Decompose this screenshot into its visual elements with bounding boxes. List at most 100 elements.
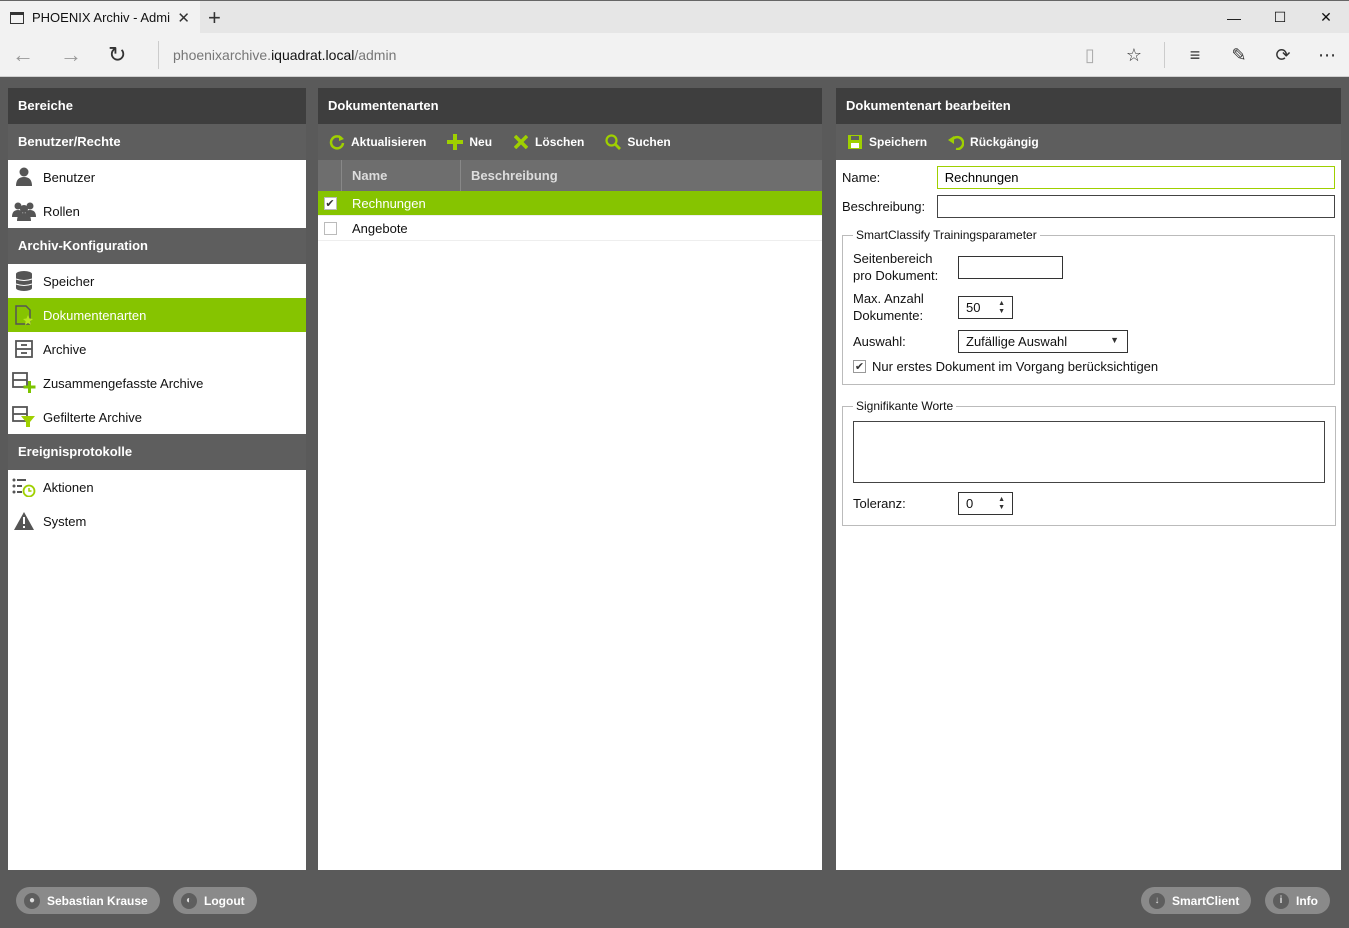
hub-icon[interactable]: ≡ (1173, 45, 1217, 66)
training-parameters-legend: SmartClassify Trainingsparameter (856, 228, 1037, 242)
column-header-description[interactable]: Beschreibung (461, 160, 558, 191)
archive-icon (12, 338, 36, 360)
tolerance-label: Toleranz: (853, 496, 906, 511)
filtered-archive-icon (12, 406, 36, 428)
section-event-logs[interactable]: Ereignisprotokolle (8, 434, 306, 470)
close-window-icon[interactable]: ✕ (1303, 1, 1349, 34)
table-row[interactable]: Angebote (318, 216, 822, 241)
stepper-arrows-icon[interactable]: ▲ ▼ (998, 496, 1005, 512)
edit-document-type-panel: Dokumentenart bearbeiten Speichern Rückg… (836, 88, 1341, 870)
address-bar: ← → ↻ phoenixarchive.iquadrat.local/admi… (0, 33, 1349, 77)
page-icon (10, 11, 24, 24)
areas-header: Bereiche (8, 88, 306, 124)
browser-tabbar: PHOENIX Archiv - Admi ✕ + — ☐ ✕ (0, 0, 1349, 34)
selection-dropdown[interactable]: Zufällige Auswahl ▼ (958, 330, 1128, 353)
name-label: Name: (842, 170, 881, 185)
minimize-icon[interactable]: — (1211, 1, 1257, 34)
database-icon (12, 270, 36, 292)
user-button[interactable]: ● Sebastian Krause (16, 887, 160, 914)
selection-label: Auswahl: (853, 334, 906, 349)
logout-button[interactable]: ◐ Logout (173, 887, 257, 914)
logout-icon: ◐ (181, 892, 197, 909)
section-users-rights[interactable]: Benutzer/Rechte (8, 124, 306, 160)
significant-words-group: Signifikante Worte Toleranz: 0 ▲ ▼ (842, 399, 1336, 526)
training-parameters-group: SmartClassify Trainingsparameter Seitenb… (842, 228, 1335, 385)
info-button[interactable]: i Info (1265, 887, 1330, 914)
plus-icon (446, 133, 464, 151)
browser-tab[interactable]: PHOENIX Archiv - Admi ✕ (0, 1, 200, 34)
row-name: Angebote (352, 220, 408, 236)
max-docs-stepper[interactable]: 50 ▲ ▼ (958, 295, 1013, 319)
save-button[interactable]: Speichern (846, 133, 927, 151)
separator (1164, 42, 1165, 68)
forward-icon[interactable]: → (60, 42, 82, 68)
row-checkbox[interactable] (323, 221, 337, 235)
actions-icon (12, 476, 36, 498)
significant-words-textarea[interactable] (853, 421, 1325, 483)
maximize-icon[interactable]: ☐ (1257, 1, 1303, 34)
chevron-down-icon: ▼ (1110, 335, 1119, 345)
undo-button[interactable]: Rückgängig (947, 133, 1039, 151)
edit-toolbar: Speichern Rückgängig (836, 124, 1341, 160)
edit-form: Name: Beschreibung: SmartClassify Traini… (836, 160, 1341, 526)
page-range-input[interactable] (958, 255, 1063, 279)
description-label: Beschreibung: (842, 199, 926, 214)
refresh-icon (328, 133, 346, 151)
warning-icon (12, 510, 36, 532)
url-field[interactable]: phoenixarchive.iquadrat.local/admin (158, 41, 396, 69)
select-column-header (318, 160, 342, 191)
column-header-name[interactable]: Name (342, 160, 461, 191)
nav-item-zusammengefasste-archive[interactable]: Zusammengefasste Archive (8, 366, 306, 400)
nav-item-archive[interactable]: Archive (8, 332, 306, 366)
new-tab-icon[interactable]: + (208, 5, 221, 31)
favorite-star-icon[interactable]: ☆ (1112, 45, 1156, 66)
row-name: Rechnungen (352, 195, 426, 211)
reading-view-icon[interactable]: ▯ (1068, 45, 1112, 66)
delete-x-icon (512, 133, 530, 151)
first-document-checkbox[interactable]: ✔ (853, 360, 866, 373)
nav-item-rollen[interactable]: Rollen (8, 194, 306, 228)
edit-header: Dokumentenart bearbeiten (836, 88, 1341, 124)
undo-icon (947, 133, 965, 151)
more-icon[interactable]: ⋯ (1305, 45, 1349, 66)
section-archive-config[interactable]: Archiv-Konfiguration (8, 228, 306, 264)
tolerance-stepper[interactable]: 0 ▲ ▼ (958, 492, 1013, 515)
new-button[interactable]: Neu (446, 133, 492, 151)
refresh-icon[interactable]: ↻ (108, 42, 126, 68)
nav-item-system[interactable]: System (8, 504, 306, 538)
nav-item-benutzer[interactable]: Benutzer (8, 160, 306, 194)
download-icon: ↓ (1149, 892, 1165, 909)
users-icon (12, 200, 36, 222)
document-types-header: Dokumentenarten (318, 88, 822, 124)
areas-panel: Bereiche Benutzer/Rechte Benutzer Rollen… (8, 88, 306, 870)
nav-item-dokumentenarten[interactable]: Dokumentenarten (8, 298, 306, 332)
table-row[interactable]: ✔ Rechnungen (318, 191, 822, 216)
combined-archive-icon (12, 372, 36, 394)
page-range-label: Seitenbereich pro Dokument: (853, 251, 939, 283)
row-checkbox[interactable]: ✔ (323, 196, 337, 210)
nav-item-speicher[interactable]: Speicher (8, 264, 306, 298)
smartclient-button[interactable]: ↓ SmartClient (1141, 887, 1252, 914)
user-icon: ● (24, 892, 40, 909)
nav-item-aktionen[interactable]: Aktionen (8, 470, 306, 504)
tab-title: PHOENIX Archiv - Admi (32, 10, 170, 25)
stepper-arrows-icon[interactable]: ▲ ▼ (998, 300, 1005, 316)
significant-words-legend: Signifikante Worte (856, 399, 954, 413)
info-icon: i (1273, 892, 1289, 909)
web-note-icon[interactable]: ✎ (1217, 45, 1261, 66)
nav-item-gefilterte-archive[interactable]: Gefilterte Archive (8, 400, 306, 434)
user-icon (12, 166, 36, 188)
refresh-button[interactable]: Aktualisieren (328, 133, 426, 151)
name-input[interactable] (936, 166, 1335, 189)
search-button[interactable]: Suchen (604, 133, 671, 151)
delete-button[interactable]: Löschen (512, 133, 584, 151)
back-icon[interactable]: ← (12, 42, 34, 68)
document-types-panel: Dokumentenarten Aktualisieren Neu Lösche… (318, 88, 822, 870)
description-input[interactable] (936, 195, 1335, 218)
grid-header: Name Beschreibung (318, 160, 822, 191)
share-icon[interactable]: ⟳ (1261, 45, 1305, 66)
search-icon (604, 133, 622, 151)
first-document-option[interactable]: ✔ Nur erstes Dokument im Vorgang berücks… (853, 359, 1324, 374)
document-types-toolbar: Aktualisieren Neu Löschen Suchen (318, 124, 822, 160)
close-tab-icon[interactable]: ✕ (177, 9, 190, 27)
